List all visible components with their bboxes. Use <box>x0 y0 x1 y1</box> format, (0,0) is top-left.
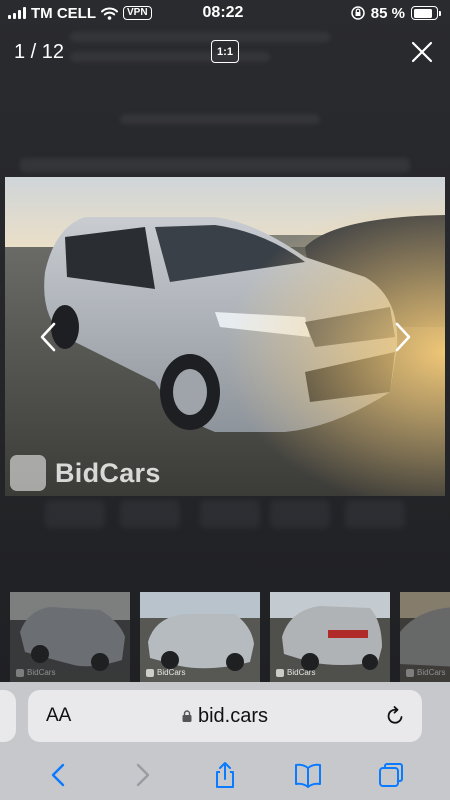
safari-address-area: AA bid.cars <box>0 682 450 750</box>
address-bar[interactable]: AA bid.cars <box>28 690 422 742</box>
share-icon[interactable] <box>210 760 240 790</box>
actual-size-button[interactable]: 1:1 <box>211 40 239 63</box>
thumbnail-watermark: BidCars <box>16 668 55 677</box>
chevron-right-icon[interactable] <box>392 320 414 354</box>
reload-icon[interactable] <box>384 705 406 727</box>
chevron-left-icon[interactable] <box>37 320 59 354</box>
battery-icon <box>411 6 441 20</box>
bg-text <box>120 114 320 124</box>
carrier-name: TM CELL <box>31 4 96 22</box>
back-icon[interactable] <box>44 760 74 790</box>
bidcars-watermark: BidCars <box>10 455 161 491</box>
signal-icon <box>8 7 26 19</box>
vpn-badge: VPN <box>123 6 152 20</box>
main-photo[interactable] <box>5 177 445 496</box>
safari-toolbar <box>0 750 450 800</box>
thumbnail[interactable]: BidCars <box>270 592 390 682</box>
url-text: bid.cars <box>197 704 269 727</box>
thumbnail[interactable]: BidCars <box>10 592 130 682</box>
thumbnail-watermark: BidCars <box>146 668 185 677</box>
thumbnail-watermark: BidCars <box>276 668 315 677</box>
bg-thumb <box>345 500 405 528</box>
bg-thumb <box>120 500 180 528</box>
tabs-icon[interactable] <box>376 760 406 790</box>
forward-icon[interactable] <box>127 760 157 790</box>
watermark-text: BidCars <box>55 457 161 488</box>
orientation-lock-icon <box>351 6 365 20</box>
image-counter: 1 / 12 <box>14 41 65 63</box>
thumbnail-watermark: BidCars <box>406 668 445 677</box>
lock-icon <box>182 710 192 722</box>
status-bar: TM CELL VPN 08:22 85 % <box>0 0 450 26</box>
bg-thumb <box>270 500 330 528</box>
thumbnail-strip[interactable]: BidCars BidCars BidCars BidCars <box>10 592 450 682</box>
gallery-header: 1 / 12 1:1 <box>0 28 450 78</box>
battery-percent: 85 % <box>370 4 405 22</box>
status-time: 08:22 <box>202 4 244 21</box>
bg-thumb <box>45 500 105 528</box>
bg-text <box>20 158 410 172</box>
text-size-button[interactable]: AA <box>46 705 71 727</box>
bookmarks-icon[interactable] <box>293 760 323 790</box>
bidcars-logo-icon <box>10 455 46 491</box>
previous-tab-peek[interactable] <box>0 690 16 742</box>
wifi-icon <box>101 7 118 20</box>
close-icon[interactable] <box>408 38 436 66</box>
thumbnail[interactable]: BidCars <box>140 592 260 682</box>
thumbnail[interactable]: BidCars <box>400 592 450 682</box>
bg-thumb <box>200 500 260 528</box>
